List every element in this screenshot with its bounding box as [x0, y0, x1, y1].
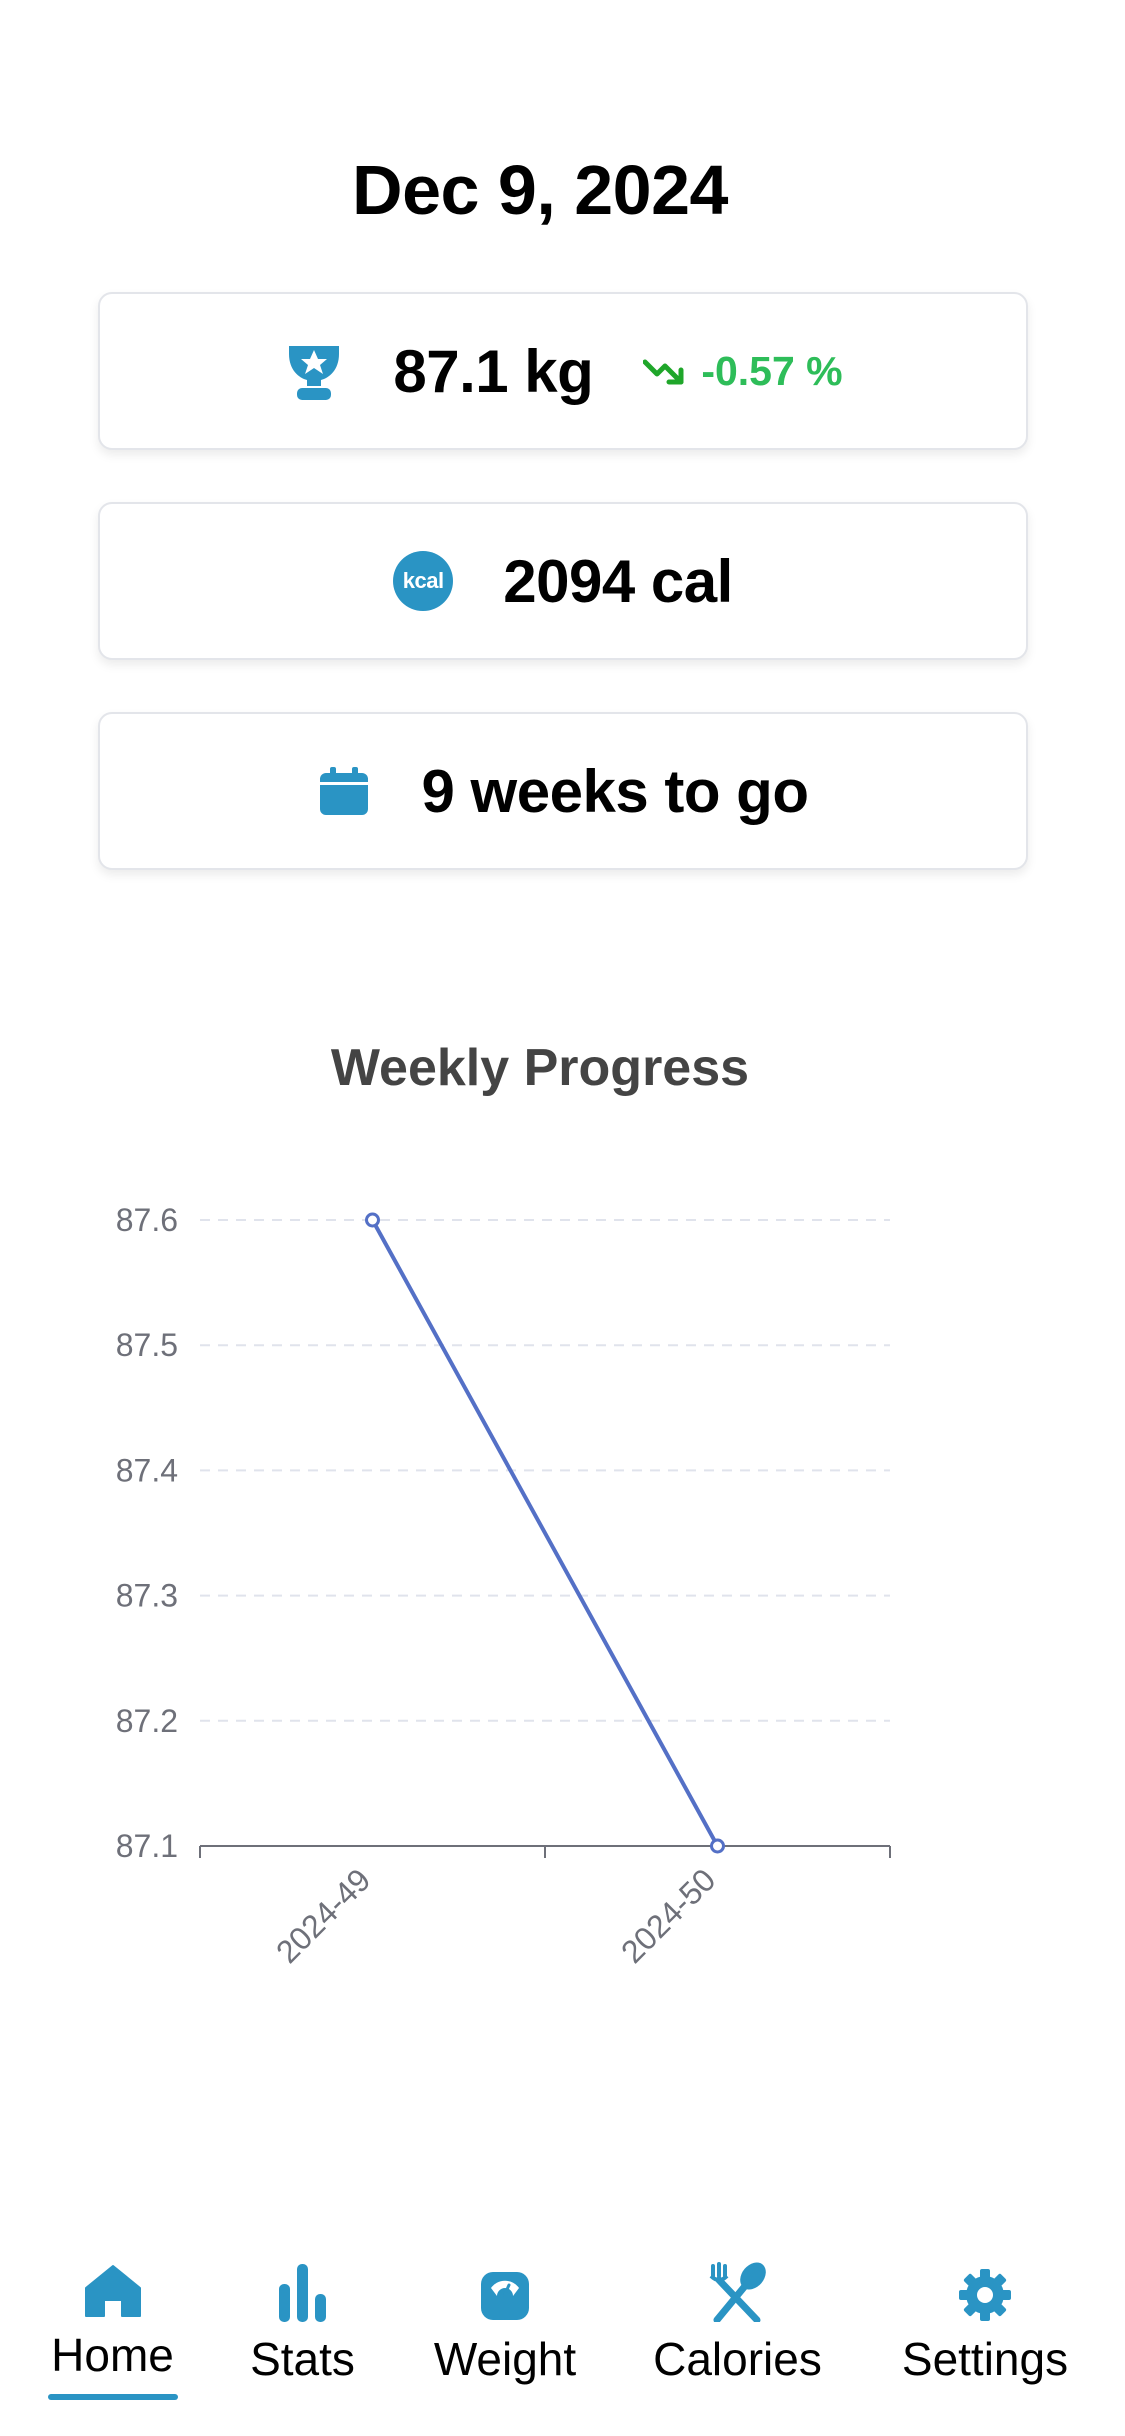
- tab-settings-label: Settings: [901, 2333, 1069, 2385]
- bar-chart-icon: [277, 2254, 329, 2322]
- bottom-tab-bar: Home Stats Weight Calories Settings: [0, 2240, 1125, 2400]
- trend-down-icon: [643, 359, 684, 385]
- current-weight-card: 87.1 kg -0.57 %: [98, 292, 1028, 450]
- tab-settings[interactable]: Settings: [890, 2240, 1080, 2400]
- tab-stats[interactable]: Stats: [240, 2240, 365, 2400]
- kcal-badge-label: kcal: [393, 551, 454, 611]
- y-tick-label: 87.1: [116, 1828, 178, 1864]
- y-tick-label: 87.6: [116, 1202, 178, 1238]
- scale-icon: [479, 2254, 531, 2322]
- gear-icon: [958, 2254, 1012, 2322]
- tab-calories-label: Calories: [653, 2333, 822, 2385]
- kcal-icon: kcal: [393, 551, 454, 611]
- weight-change: -0.57 %: [643, 347, 843, 395]
- active-tab-indicator: [47, 2394, 178, 2400]
- current-weight-value: 87.1 kg: [393, 337, 594, 405]
- chart-title: Weekly Progress: [330, 1039, 750, 1097]
- tab-home[interactable]: Home: [40, 2240, 185, 2400]
- weeks-remaining-value: 9 weeks to go: [421, 757, 809, 825]
- calories-card: kcal 2094 cal: [98, 502, 1028, 660]
- y-tick-label: 87.3: [116, 1578, 178, 1614]
- tab-weight[interactable]: Weight: [420, 2240, 590, 2400]
- tab-calories[interactable]: Calories: [645, 2240, 830, 2400]
- weight-change-percent: -0.57 %: [701, 347, 843, 394]
- y-tick-label: 87.4: [116, 1452, 178, 1488]
- x-tick-label: 2024-50: [614, 1861, 722, 1969]
- trophy-icon: [283, 340, 345, 402]
- calories-value: 2094 cal: [503, 547, 733, 615]
- data-point: [710, 1838, 725, 1854]
- weekly-progress-chart: 87.6 87.5 87.4 87.3 87.2 87.1 2024-49 2024-50: [116, 1202, 891, 1970]
- weeks-remaining-card: 9 weeks to go: [98, 712, 1028, 870]
- series-line: [370, 1219, 720, 1847]
- page-title: Dec 9, 2024: [352, 151, 728, 229]
- tab-home-label: Home: [51, 2329, 174, 2382]
- y-tick-label: 87.5: [116, 1327, 178, 1363]
- tab-weight-label: Weight: [433, 2333, 577, 2385]
- x-tick-label: 2024-49: [269, 1861, 377, 1969]
- tab-stats-label: Stats: [250, 2333, 355, 2385]
- home-icon: [84, 2254, 142, 2318]
- calendar-icon: [318, 765, 370, 817]
- y-tick-label: 87.2: [116, 1703, 178, 1739]
- utensils-icon: [707, 2254, 769, 2322]
- data-point: [365, 1212, 380, 1228]
